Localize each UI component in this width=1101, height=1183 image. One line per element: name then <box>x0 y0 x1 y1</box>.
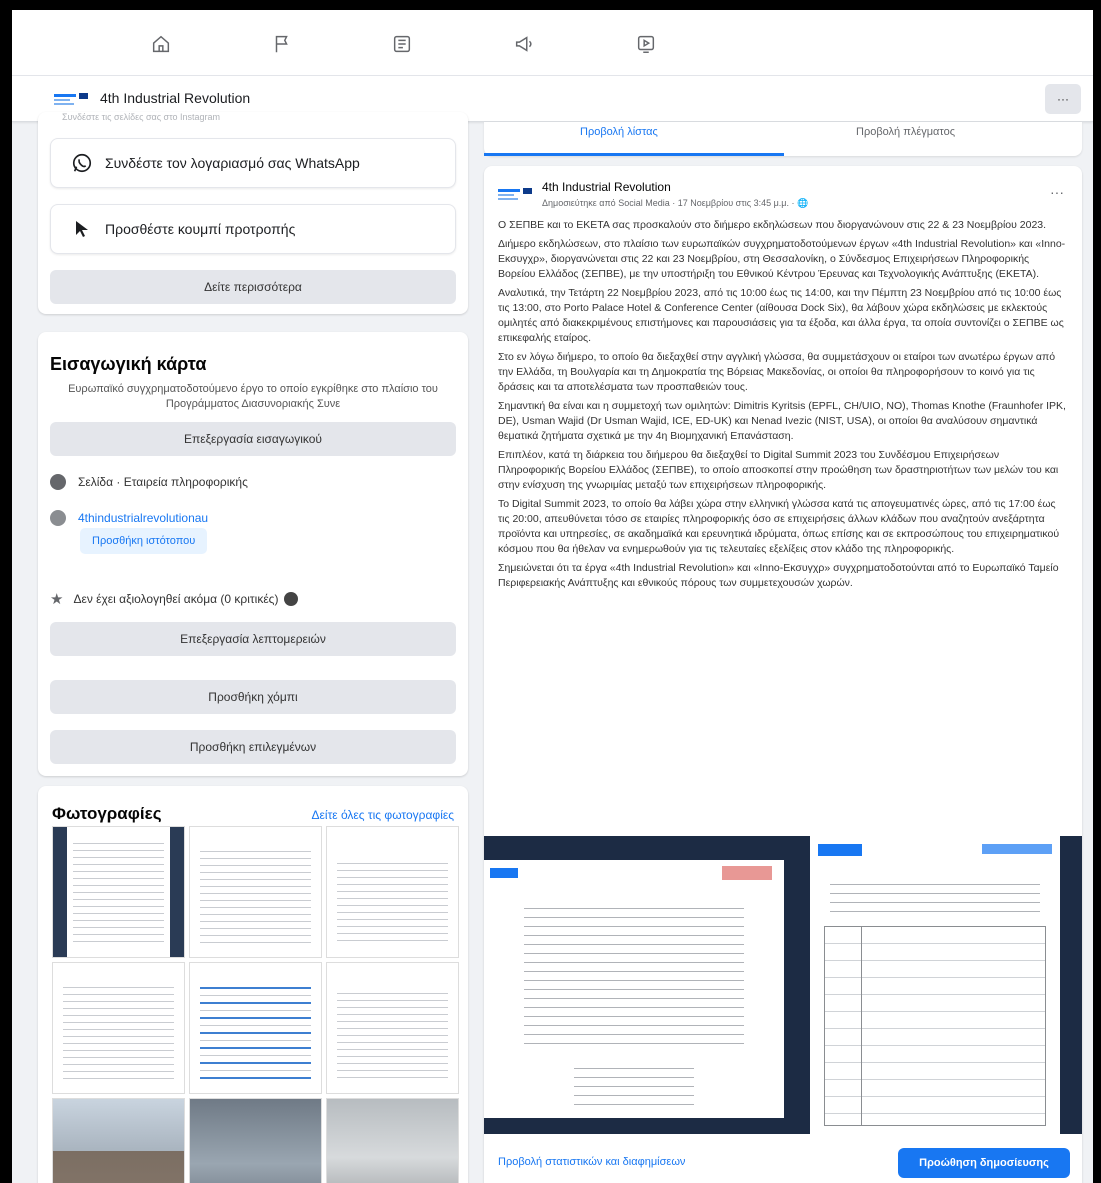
photo-thumbnail[interactable] <box>52 826 185 958</box>
edit-intro-button[interactable]: Επεξεργασία εισαγωγικού <box>50 422 456 456</box>
photo-thumbnail[interactable] <box>189 1098 322 1183</box>
category-row: Σελίδα · Εταιρεία πληροφορικής <box>50 474 456 490</box>
photo-thumbnail[interactable] <box>326 1098 459 1183</box>
right-column: Προβολή λίστας Προβολή πλέγματος 4th Ind… <box>484 122 1082 1183</box>
photo-thumbnail[interactable] <box>52 1098 185 1183</box>
active-tab-indicator <box>484 153 784 156</box>
post-paragraph: Επιπλέον, κατά τη διάρκεια του διήμερου … <box>498 449 1059 491</box>
video-icon[interactable] <box>632 30 660 58</box>
photo-thumbnail[interactable] <box>189 826 322 958</box>
globe-icon <box>50 510 66 526</box>
whatsapp-label: Συνδέστε τον λογαριασμό σας WhatsApp <box>105 155 360 171</box>
tab-list-view[interactable]: Προβολή λίστας <box>580 126 658 138</box>
photo-thumbnail[interactable] <box>189 962 322 1094</box>
post-card: 4th Industrial Revolution Δημοσιεύτηκε α… <box>484 166 1082 1183</box>
photo-thumbnail[interactable] <box>326 962 459 1094</box>
page-setup-card: Συνδέστε τις σελίδες σας στο Instagram Σ… <box>38 112 468 314</box>
star-icon: ★ <box>50 591 64 608</box>
post-options-icon[interactable]: ··· <box>1050 184 1064 200</box>
add-featured-button[interactable]: Προσθήκη επιλεγμένων <box>50 730 456 764</box>
post-paragraph: Σημαντική θα είναι και η συμμετοχή των ο… <box>498 400 1066 442</box>
flag-icon[interactable] <box>268 30 296 58</box>
post-paragraph: Στο εν λόγω διήμερο, το οποίο θα διεξαχθ… <box>498 351 1056 393</box>
category-text: Σελίδα · Εταιρεία πληροφορικής <box>78 475 248 489</box>
post-meta: Δημοσιεύτηκε από Social Media · 17 Νοεμβ… <box>542 198 809 208</box>
post-paragraph: Ο ΣΕΠΒΕ και το ΕΚΕΤΑ σας προσκαλούν στο … <box>498 219 1047 231</box>
post-footer: Προβολή στατιστικών και διαφημίσεων Προώ… <box>484 1136 1082 1183</box>
post-paragraph: Αναλυτικά, την Τετάρτη 22 Νοεμβρίου 2023… <box>498 287 1064 344</box>
intro-title: Εισαγωγική κάρτα <box>50 354 207 374</box>
post-paragraph: Σημειώνεται ότι τα έργα «4th Industrial … <box>498 562 1059 589</box>
pages-icon[interactable] <box>388 30 416 58</box>
add-website-button[interactable]: Προσθήκη ιστότοπου <box>80 528 208 554</box>
add-cta-button[interactable]: Προσθέστε κουμπί προτροπής <box>50 204 456 254</box>
post-author-name[interactable]: 4th Industrial Revolution <box>542 180 671 194</box>
post-image-agenda[interactable] <box>788 836 1082 1134</box>
tab-grid-view[interactable]: Προβολή πλέγματος <box>856 126 955 138</box>
cta-label: Προσθέστε κουμπί προτροπής <box>105 221 296 237</box>
post-author-logo[interactable] <box>498 186 534 202</box>
add-hobbies-button[interactable]: Προσθήκη χόμπι <box>50 680 456 714</box>
cursor-icon <box>71 218 93 240</box>
post-images <box>484 836 1082 1134</box>
view-tabs: Προβολή λίστας Προβολή πλέγματος <box>484 122 1082 156</box>
photos-grid <box>52 826 459 1183</box>
megaphone-icon[interactable] <box>510 30 538 58</box>
see-more-button[interactable]: Δείτε περισσότερα <box>50 270 456 304</box>
home-icon[interactable] <box>147 30 175 58</box>
intro-card: Εισαγωγική κάρτα Ευρωπαϊκό συγχρηματοδοτ… <box>38 332 468 776</box>
post-paragraph: Το Digital Summit 2023, το οποίο θα λάβε… <box>498 498 1060 555</box>
app-window: 4th Industrial Revolution ··· Συνδέστε τ… <box>12 10 1093 1183</box>
website-row: 4thindustrialrevolutionau <box>50 510 456 526</box>
rating-row: ★ Δεν έχει αξιολογηθεί ακόμα (0 κριτικές… <box>50 590 456 608</box>
view-insights-link[interactable]: Προβολή στατιστικών και διαφημίσεων <box>498 1156 685 1168</box>
info-icon <box>50 474 66 490</box>
info-circle-icon[interactable] <box>284 592 299 606</box>
rating-text: Δεν έχει αξιολογηθεί ακόμα (0 κριτικές) <box>73 592 279 606</box>
page-logo <box>54 93 88 105</box>
see-all-photos-link[interactable]: Δείτε όλες τις φωτογραφίες <box>312 808 454 822</box>
top-navigation <box>12 10 1093 76</box>
photo-thumbnail[interactable] <box>52 962 185 1094</box>
boost-post-button[interactable]: Προώθηση δημοσίευσης <box>898 1148 1070 1178</box>
post-image-program[interactable] <box>484 860 784 1118</box>
connect-whatsapp-button[interactable]: Συνδέστε τον λογαριασμό σας WhatsApp <box>50 138 456 188</box>
more-options-button[interactable]: ··· <box>1045 84 1081 114</box>
photos-title: Φωτογραφίες <box>52 804 162 823</box>
photos-card: Φωτογραφίες Δείτε όλες τις φωτογραφίες <box>38 786 468 1183</box>
post-paragraph: Διήμερο εκδηλώσεων, στο πλαίσιο των ευρω… <box>498 238 1066 280</box>
website-link[interactable]: 4thindustrialrevolutionau <box>78 511 208 525</box>
whatsapp-icon <box>71 152 93 174</box>
post-text: Ο ΣΕΠΒΕ και το ΕΚΕΤΑ σας προσκαλούν στο … <box>498 218 1068 595</box>
edit-details-button[interactable]: Επεξεργασία λεπτομερειών <box>50 622 456 656</box>
page-title[interactable]: 4th Industrial Revolution <box>100 90 250 106</box>
post-header: 4th Industrial Revolution Δημοσιεύτηκε α… <box>498 176 1068 212</box>
photo-thumbnail[interactable] <box>326 826 459 958</box>
intro-description: Ευρωπαϊκό συγχρηματοδοτούμενο έργο το οπ… <box>68 383 438 410</box>
faded-text: Συνδέστε τις σελίδες σας στο Instagram <box>62 112 221 122</box>
